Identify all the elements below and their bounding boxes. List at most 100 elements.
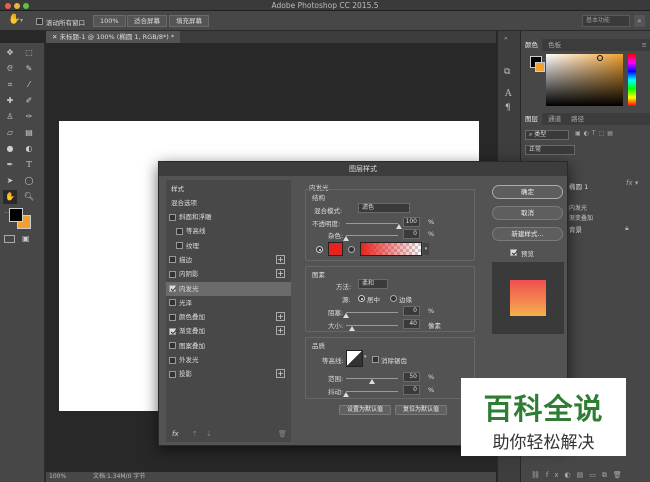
layer-effect-gradient-overlay[interactable]: 渐变叠加 (569, 213, 593, 222)
new-style-button[interactable]: 新建样式... (492, 227, 563, 241)
history-brush-icon[interactable]: ✑ (22, 110, 36, 124)
character-icon[interactable]: A (505, 89, 512, 99)
fit-screen-button[interactable]: 适合屏幕 (127, 15, 167, 27)
style-item-checkbox[interactable] (169, 313, 176, 321)
style-item[interactable]: 内阴影 + (166, 267, 291, 281)
tab-paths[interactable]: 路径 (567, 113, 588, 125)
style-item-checkbox[interactable] (169, 213, 176, 221)
make-default-button[interactable]: 设置为默认值 (339, 405, 391, 415)
tab-color[interactable]: 颜色 (521, 39, 542, 51)
style-item[interactable]: 渐变叠加 + (166, 324, 291, 338)
style-item-checkbox[interactable] (169, 370, 176, 378)
fill-screen-button[interactable]: 填充屏幕 (169, 15, 209, 27)
background-layer-name[interactable]: 背景 (569, 224, 582, 234)
jitter-slider-track[interactable] (346, 391, 398, 392)
choke-slider-track[interactable] (346, 312, 398, 313)
panel-menu-icon[interactable]: ≡ (642, 39, 647, 51)
solid-color-radio[interactable] (316, 246, 323, 253)
method-select[interactable]: 柔和 (358, 279, 388, 289)
style-item[interactable]: 等高线 (166, 224, 291, 238)
eyedropper-tool-icon[interactable]: ⁄ (22, 78, 36, 92)
tab-channels[interactable]: 通道 (544, 113, 565, 125)
contour-dropdown-icon[interactable]: ▾ (364, 354, 367, 360)
close-tab-icon[interactable]: ✕ (52, 33, 60, 41)
delete-effect-icon[interactable]: 🗑︎ (278, 430, 287, 438)
style-item-checkbox[interactable] (169, 299, 176, 307)
size-slider-knob[interactable] (349, 326, 355, 331)
fx-menu-icon[interactable]: fx (172, 430, 179, 438)
layer-filter-select[interactable]: ⌕ 类型 (525, 130, 569, 140)
style-item[interactable]: 颜色叠加 + (166, 310, 291, 324)
add-effect-icon[interactable]: + (276, 312, 285, 322)
gradient-tool-icon[interactable]: ▤ (22, 126, 36, 140)
zoom-100-button[interactable]: 100% (93, 15, 126, 27)
source-edge-radio[interactable] (390, 295, 397, 302)
layer-effect-inner-glow[interactable]: 内发光 (569, 203, 587, 212)
lasso-tool-icon[interactable]: ᘓ (3, 62, 17, 76)
style-item-checkbox[interactable] (169, 327, 176, 335)
opacity-slider-track[interactable] (346, 223, 398, 224)
collapse-icon[interactable]: » (504, 35, 508, 42)
workspace-select[interactable]: 基本功能 (582, 15, 630, 27)
clone-stamp-icon[interactable]: ♙ (3, 110, 17, 124)
crop-tool-icon[interactable]: ⌗ (3, 78, 17, 92)
glow-blend-mode-select[interactable]: 滤色 (358, 203, 410, 213)
range-slider-knob[interactable] (369, 379, 375, 384)
color-picker-field[interactable] (546, 54, 623, 106)
shape-tool-icon[interactable]: ◯ (22, 174, 36, 188)
style-item[interactable]: 内发光 (166, 281, 291, 296)
style-item-checkbox[interactable] (169, 270, 176, 278)
choke-input[interactable]: 0 (403, 306, 420, 316)
add-effect-icon[interactable]: + (276, 269, 285, 279)
glow-color-swatch[interactable] (328, 242, 343, 256)
history-icon[interactable]: ⧉ (504, 67, 510, 77)
layer-bottom-icons[interactable]: ⛓fx◐▤▭⧉🗑︎ (531, 471, 628, 480)
zoom-tool-icon[interactable]: 🔍︎ (22, 190, 36, 204)
opacity-input[interactable]: 100 (403, 217, 420, 227)
style-item[interactable]: 图案叠加 (166, 339, 291, 353)
eraser-tool-icon[interactable]: ▱ (3, 126, 17, 140)
noise-slider-knob[interactable] (343, 236, 349, 241)
style-item[interactable]: 纹理 (166, 239, 291, 253)
jitter-slider-knob[interactable] (343, 392, 349, 397)
style-item[interactable]: 光泽 (166, 296, 291, 310)
layer-name[interactable]: 椭圆 1 (569, 181, 588, 191)
layer-filter-icons[interactable]: ▣◐T⬚▤ (575, 130, 616, 137)
preview-checkbox[interactable] (510, 249, 517, 256)
hue-slider[interactable] (628, 54, 636, 106)
style-item-checkbox[interactable] (169, 285, 176, 292)
screen-mode-icon[interactable]: ▣ (22, 234, 30, 243)
marquee-tool-icon[interactable]: ⬚ (22, 46, 36, 60)
antialias-checkbox[interactable] (372, 356, 379, 363)
tool-preset-chevron-icon[interactable]: ▾ (20, 17, 23, 24)
tab-layers[interactable]: 图层 (521, 113, 542, 125)
style-item-checkbox[interactable] (169, 356, 176, 364)
noise-input[interactable]: 0 (403, 229, 420, 239)
tab-swatches[interactable]: 色板 (544, 39, 565, 51)
color-picker-cursor[interactable] (597, 55, 603, 61)
search-icon[interactable]: ⌕ (634, 15, 645, 27)
contour-picker[interactable] (346, 350, 363, 367)
hand-tool-icon[interactable]: ✋ (8, 14, 20, 25)
opacity-slider-knob[interactable] (396, 224, 402, 229)
panel-bg-swatch[interactable] (535, 62, 545, 72)
move-up-icon[interactable]: ⇡ (192, 430, 198, 438)
dodge-tool-icon[interactable]: ◐ (22, 142, 36, 156)
reset-default-button[interactable]: 复位为默认值 (395, 405, 447, 415)
add-effect-icon[interactable]: + (276, 326, 285, 336)
add-effect-icon[interactable]: + (276, 369, 285, 379)
move-tool-icon[interactable]: ✥ (3, 46, 17, 60)
jitter-input[interactable]: 0 (403, 385, 420, 395)
foreground-color-swatch[interactable] (9, 208, 23, 222)
choke-slider-knob[interactable] (343, 313, 349, 318)
style-item-checkbox[interactable] (176, 242, 183, 250)
ok-button[interactable]: 确定 (492, 185, 563, 199)
size-input[interactable]: 40 (403, 319, 420, 329)
blur-tool-icon[interactable]: ● (3, 142, 17, 156)
blend-options-item[interactable]: 混合选项 (166, 196, 291, 210)
brush-tool-icon[interactable]: ✐ (22, 94, 36, 108)
gradient-radio[interactable] (348, 246, 355, 253)
quick-select-tool-icon[interactable]: ✎ (22, 62, 36, 76)
scroll-all-windows-checkbox[interactable] (36, 18, 43, 25)
range-input[interactable]: 50 (403, 372, 420, 382)
